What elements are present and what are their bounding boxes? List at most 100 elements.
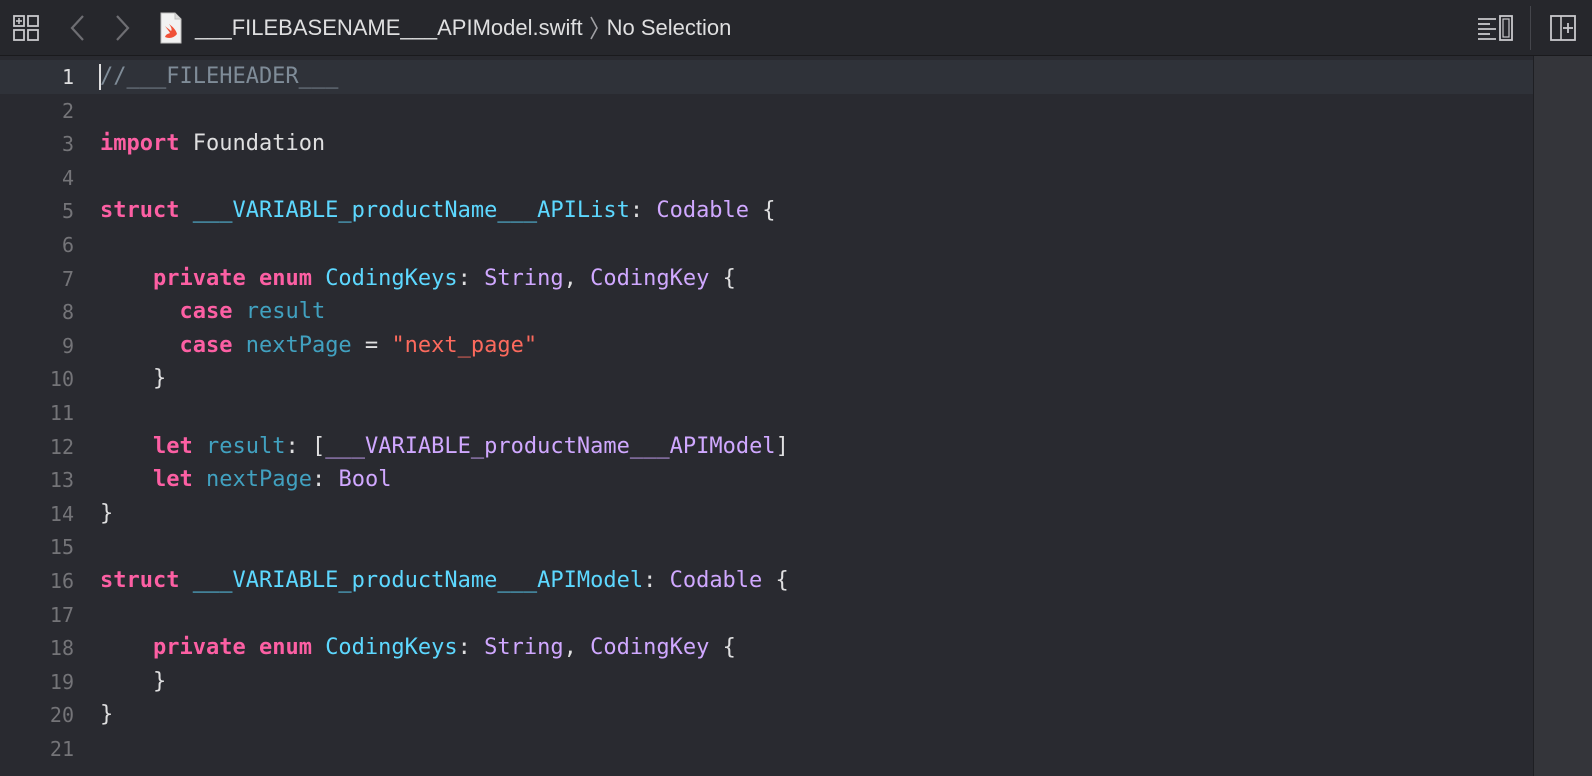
code-token: ___VARIABLE_productName___APIList: [192, 198, 630, 224]
line-number[interactable]: 18: [0, 631, 74, 665]
code-text[interactable]: case nextPage = "next_page": [100, 329, 537, 363]
code-line[interactable]: 4: [0, 161, 1533, 195]
code-line[interactable]: 15: [0, 530, 1533, 564]
code-line[interactable]: 17: [0, 598, 1533, 632]
code-text[interactable]: }: [100, 665, 166, 699]
minimap-icon[interactable]: [1476, 12, 1516, 44]
source-editor[interactable]: 1 //___FILEHEADER___ 2 3 import Foundation 4 5…: [0, 56, 1533, 776]
code-line[interactable]: 16 struct ___VARIABLE_productName___APIMo…: [0, 564, 1533, 598]
code-line[interactable]: 8 case result: [0, 295, 1533, 329]
line-number[interactable]: 10: [0, 362, 74, 396]
code-text[interactable]: }: [100, 698, 113, 732]
line-number[interactable]: 12: [0, 430, 74, 464]
code-token: {: [709, 635, 736, 661]
text-caret: [99, 64, 101, 90]
add-editor-icon[interactable]: [1548, 12, 1578, 44]
code-token: CodingKey: [590, 635, 710, 661]
breadcrumb[interactable]: ___FILEBASENAME___APIModel.swift No Sele…: [195, 0, 731, 56]
line-number[interactable]: 14: [0, 497, 74, 531]
line-number[interactable]: 6: [0, 228, 74, 262]
breadcrumb-selection[interactable]: No Selection: [607, 15, 732, 41]
code-token: let: [152, 433, 193, 459]
code-token: }: [100, 366, 167, 392]
line-number[interactable]: 20: [0, 698, 74, 732]
line-number[interactable]: 11: [0, 396, 74, 430]
code-line[interactable]: 6: [0, 228, 1533, 262]
code-line[interactable]: 1 //___FILEHEADER___: [0, 60, 1533, 94]
line-number[interactable]: 16: [0, 564, 74, 598]
line-number[interactable]: 3: [0, 127, 74, 161]
code-text[interactable]: let result: [___VARIABLE_productName___A…: [100, 430, 789, 464]
code-text[interactable]: private enum CodingKeys: String, CodingK…: [100, 631, 736, 665]
code-line[interactable]: 5 struct ___VARIABLE_productName___APILis…: [0, 194, 1533, 228]
code-token: :: [643, 568, 670, 593]
code-line[interactable]: 13 let nextPage: Bool: [0, 463, 1533, 497]
code-token: String: [484, 265, 564, 291]
code-token: }: [100, 702, 114, 728]
code-line[interactable]: 2: [0, 94, 1533, 128]
breadcrumb-separator-icon: [589, 15, 599, 41]
minimap-strip[interactable]: [1533, 56, 1592, 776]
chevron-left-icon[interactable]: [64, 12, 92, 44]
chevron-right-icon[interactable]: [108, 12, 136, 44]
code-token: nextPage: [245, 332, 352, 358]
code-text[interactable]: import Foundation: [100, 127, 325, 161]
code-token: case: [179, 332, 233, 358]
code-text[interactable]: struct ___VARIABLE_productName___APIList…: [100, 194, 776, 228]
code-text[interactable]: }: [100, 362, 166, 396]
code-token: CodingKeys: [325, 635, 458, 661]
line-number[interactable]: 21: [0, 732, 74, 766]
line-number[interactable]: 2: [0, 94, 74, 128]
code-token: Codable: [669, 568, 763, 593]
line-number[interactable]: 7: [0, 262, 74, 296]
code-token: =: [351, 332, 392, 358]
code-text[interactable]: let nextPage: Bool: [100, 463, 391, 497]
code-line[interactable]: 12 let result: [___VARIABLE_productName_…: [0, 430, 1533, 464]
code-line[interactable]: 21: [0, 732, 1533, 766]
code-token: {: [762, 568, 789, 593]
line-number[interactable]: 5: [0, 194, 74, 228]
line-number[interactable]: 9: [0, 329, 74, 363]
code-text[interactable]: //___FILEHEADER___: [100, 60, 338, 94]
code-line[interactable]: 7 private enum CodingKeys: String, Codin…: [0, 262, 1533, 296]
code-token: "next_page": [391, 332, 538, 358]
line-number[interactable]: 17: [0, 598, 74, 632]
code-line[interactable]: 10 }: [0, 362, 1533, 396]
code-token: Codable: [656, 198, 750, 224]
code-line[interactable]: 18 private enum CodingKeys: String, Codi…: [0, 631, 1533, 665]
code-token: CodingKey: [590, 265, 710, 291]
code-token: let: [152, 467, 193, 493]
line-number[interactable]: 15: [0, 530, 74, 564]
code-line[interactable]: 11: [0, 396, 1533, 430]
grid-icon[interactable]: [10, 12, 42, 44]
code-line[interactable]: 19 }: [0, 665, 1533, 699]
line-number[interactable]: 1: [0, 60, 74, 94]
code-text[interactable]: case result: [100, 295, 325, 329]
code-token: {: [749, 198, 776, 224]
code-line[interactable]: 20}: [0, 698, 1533, 732]
code-line[interactable]: 14}: [0, 497, 1533, 531]
code-token: result: [205, 433, 286, 459]
code-text[interactable]: private enum CodingKeys: String, CodingK…: [100, 262, 736, 296]
code-token: private: [152, 635, 246, 661]
line-number[interactable]: 13: [0, 463, 74, 497]
line-number[interactable]: 19: [0, 665, 74, 699]
code-token: CodingKeys: [325, 265, 458, 291]
code-line[interactable]: 3 import Foundation: [0, 127, 1533, 161]
code-token: enum: [258, 635, 312, 661]
code-line[interactable]: 9 case nextPage = "next_page": [0, 329, 1533, 363]
line-number[interactable]: 4: [0, 161, 74, 195]
line-number[interactable]: 8: [0, 295, 74, 329]
jump-bar: ___FILEBASENAME___APIModel.swift No Sele…: [0, 0, 1592, 56]
code-text[interactable]: }: [100, 497, 113, 531]
breadcrumb-filename[interactable]: ___FILEBASENAME___APIModel.swift: [195, 15, 583, 41]
code-text[interactable]: struct ___VARIABLE_productName___APIMode…: [100, 564, 789, 598]
